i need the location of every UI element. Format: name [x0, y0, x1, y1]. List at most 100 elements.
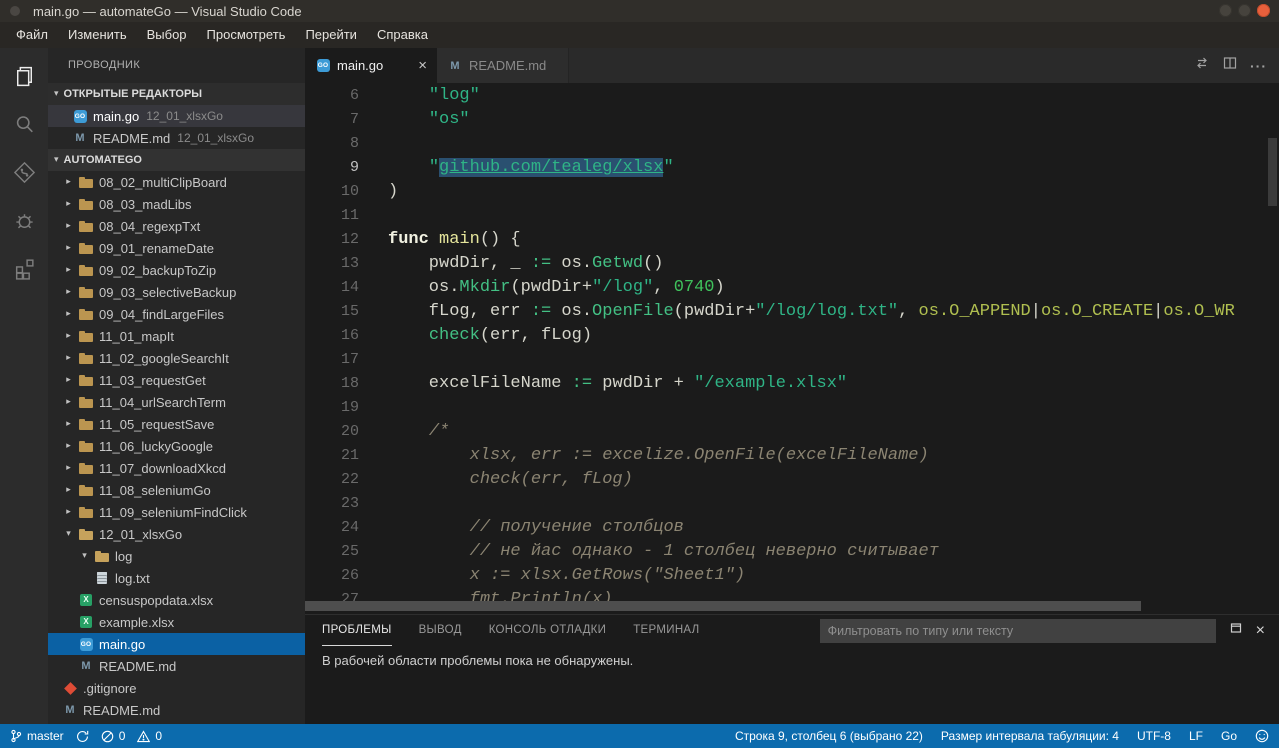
status-feedback[interactable] — [1255, 729, 1269, 743]
folder-11-02-googlesearchit[interactable]: ▸11_02_googleSearchIt — [48, 347, 305, 369]
section-open-editors[interactable]: ОТКРЫТЫЕ РЕДАКТОРЫ — [48, 83, 305, 105]
file-main-go[interactable]: main.go — [48, 633, 305, 655]
file-log-txt[interactable]: log.txt — [48, 567, 305, 589]
code-line[interactable]: 9 "github.com/tealeg/xlsx" — [305, 156, 1279, 180]
status-language-mode[interactable]: Go — [1221, 729, 1237, 743]
panel-tab-terminal[interactable]: ТЕРМИНАЛ — [633, 615, 699, 646]
line-number[interactable]: 13 — [305, 252, 359, 276]
line-number[interactable]: 21 — [305, 444, 359, 468]
code-line[interactable]: 17 — [305, 348, 1279, 372]
line-number[interactable]: 11 — [305, 204, 359, 228]
panel-tab-debug-console[interactable]: КОНСОЛЬ ОТЛАДКИ — [489, 615, 607, 646]
menu-file[interactable]: Файл — [6, 22, 58, 48]
close-panel-icon[interactable]: × — [1256, 623, 1265, 639]
line-number[interactable]: 10 — [305, 180, 359, 204]
activity-source-control[interactable] — [0, 148, 48, 196]
line-number[interactable]: 16 — [305, 324, 359, 348]
folder-09-01-renamedate[interactable]: ▸09_01_renameDate — [48, 237, 305, 259]
code-line[interactable]: 10) — [305, 180, 1279, 204]
line-number[interactable]: 9 — [305, 156, 359, 180]
line-number[interactable]: 24 — [305, 516, 359, 540]
activity-search[interactable] — [0, 100, 48, 148]
menu-go[interactable]: Перейти — [295, 22, 367, 48]
code-line[interactable]: 13 pwdDir, _ := os.Getwd() — [305, 252, 1279, 276]
file-example-xlsx[interactable]: example.xlsx — [48, 611, 305, 633]
folder-08-03-madlibs[interactable]: ▸08_03_madLibs — [48, 193, 305, 215]
open-editor-main-go[interactable]: main.go12_01_xlsxGo — [48, 105, 305, 127]
menu-view[interactable]: Просмотреть — [197, 22, 296, 48]
folder-11-03-requestget[interactable]: ▸11_03_requestGet — [48, 369, 305, 391]
status-encoding[interactable]: UTF-8 — [1137, 729, 1171, 743]
open-editor-readme-md[interactable]: README.md12_01_xlsxGo — [48, 127, 305, 149]
code-line[interactable]: 24 // получение столбцов — [305, 516, 1279, 540]
menu-edit[interactable]: Изменить — [58, 22, 137, 48]
line-number[interactable]: 15 — [305, 300, 359, 324]
maximize-panel-icon[interactable] — [1229, 621, 1243, 640]
code-line[interactable]: 25 // не йас однако - 1 столбец неверно … — [305, 540, 1279, 564]
line-number[interactable]: 25 — [305, 540, 359, 564]
folder-11-06-luckygoogle[interactable]: ▸11_06_luckyGoogle — [48, 435, 305, 457]
line-number[interactable]: 19 — [305, 396, 359, 420]
folder-11-05-requestsave[interactable]: ▸11_05_requestSave — [48, 413, 305, 435]
menu-selection[interactable]: Выбор — [137, 22, 197, 48]
open-changes-icon[interactable] — [1194, 55, 1210, 76]
line-number[interactable]: 12 — [305, 228, 359, 252]
folder-11-09-seleniumfindclick[interactable]: ▸11_09_seleniumFindClick — [48, 501, 305, 523]
file-readme-md[interactable]: README.md — [48, 655, 305, 677]
line-number[interactable]: 8 — [305, 132, 359, 156]
menu-help[interactable]: Справка — [367, 22, 438, 48]
section-workspace-root[interactable]: AUTOMATEGO — [48, 149, 305, 171]
folder-11-07-downloadxkcd[interactable]: ▸11_07_downloadXkcd — [48, 457, 305, 479]
code-line[interactable]: 21 xlsx, err := excelize.OpenFile(excelF… — [305, 444, 1279, 468]
line-number[interactable]: 18 — [305, 372, 359, 396]
code-line[interactable]: 26 x := xlsx.GetRows("Sheet1") — [305, 564, 1279, 588]
activity-explorer[interactable] — [0, 52, 48, 100]
file-readme-md[interactable]: README.md — [48, 699, 305, 721]
activity-extensions[interactable] — [0, 244, 48, 292]
folder-09-04-findlargefiles[interactable]: ▸09_04_findLargeFiles — [48, 303, 305, 325]
close-button[interactable] — [1257, 4, 1270, 17]
file-gitignore[interactable]: .gitignore — [48, 677, 305, 699]
folder-log[interactable]: ▾log — [48, 545, 305, 567]
folder-08-04-regexptxt[interactable]: ▸08_04_regexpTxt — [48, 215, 305, 237]
status-errors[interactable]: 0 — [101, 729, 126, 743]
status-warnings[interactable]: 0 — [137, 729, 162, 743]
split-editor-icon[interactable] — [1222, 55, 1238, 76]
folder-12-01-xlsxgo[interactable]: ▾12_01_xlsxGo — [48, 523, 305, 545]
code-line[interactable]: 11 — [305, 204, 1279, 228]
tab-main-go[interactable]: main.go× — [305, 48, 437, 83]
line-number[interactable]: 22 — [305, 468, 359, 492]
line-number[interactable]: 7 — [305, 108, 359, 132]
line-number[interactable]: 26 — [305, 564, 359, 588]
vertical-scrollbar[interactable] — [1268, 138, 1277, 206]
minimize-button[interactable] — [1219, 4, 1232, 17]
line-number[interactable]: 14 — [305, 276, 359, 300]
code-line[interactable]: 14 os.Mkdir(pwdDir+"/log", 0740) — [305, 276, 1279, 300]
close-icon[interactable]: × — [418, 58, 427, 73]
code-line[interactable]: 20 /* — [305, 420, 1279, 444]
folder-09-03-selectivebackup[interactable]: ▸09_03_selectiveBackup — [48, 281, 305, 303]
folder-11-08-seleniumgo[interactable]: ▸11_08_seleniumGo — [48, 479, 305, 501]
folder-08-02-multiclipboard[interactable]: ▸08_02_multiClipBoard — [48, 171, 305, 193]
status-cursor-position[interactable]: Строка 9, столбец 6 (выбрано 22) — [735, 729, 923, 743]
more-actions-icon[interactable]: ··· — [1250, 58, 1267, 74]
code-line[interactable]: 15 fLog, err := os.OpenFile(pwdDir+"/log… — [305, 300, 1279, 324]
code-editor[interactable]: 6 "log"7 "os"89 "github.com/tealeg/xlsx"… — [305, 83, 1279, 614]
status-eol[interactable]: LF — [1189, 729, 1203, 743]
problems-filter-input[interactable] — [820, 619, 1216, 643]
line-number[interactable]: 17 — [305, 348, 359, 372]
status-indentation[interactable]: Размер интервала табуляции: 4 — [941, 729, 1119, 743]
maximize-button[interactable] — [1238, 4, 1251, 17]
panel-tab-problems[interactable]: ПРОБЛЕМЫ — [322, 615, 392, 646]
code-line[interactable]: 12func main() { — [305, 228, 1279, 252]
code-line[interactable]: 19 — [305, 396, 1279, 420]
code-line[interactable]: 6 "log" — [305, 84, 1279, 108]
code-line[interactable]: 8 — [305, 132, 1279, 156]
code-line[interactable]: 7 "os" — [305, 108, 1279, 132]
file-censuspopdata-xlsx[interactable]: censuspopdata.xlsx — [48, 589, 305, 611]
code-line[interactable]: 23 — [305, 492, 1279, 516]
line-number[interactable]: 6 — [305, 84, 359, 108]
activity-debug[interactable] — [0, 196, 48, 244]
status-git-branch[interactable]: master — [10, 729, 64, 743]
panel-tab-output[interactable]: ВЫВОД — [419, 615, 462, 646]
